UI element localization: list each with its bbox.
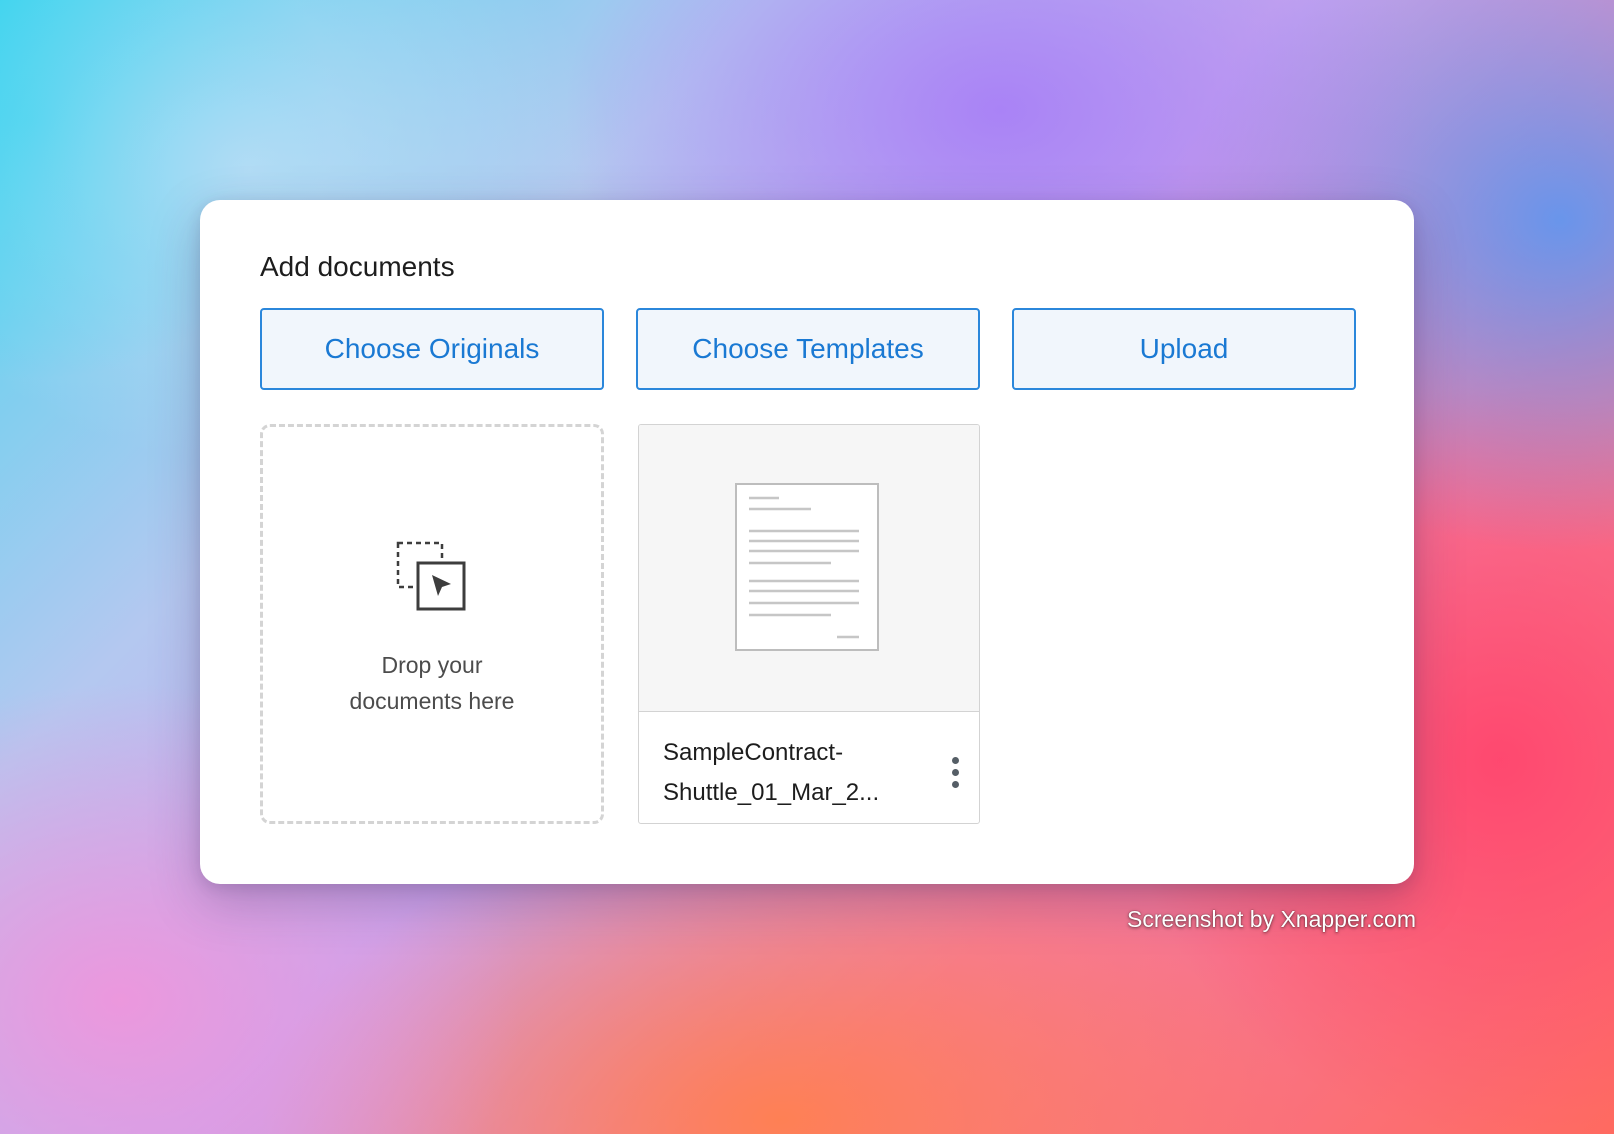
drag-drop-icon [396, 541, 466, 611]
document-thumbnail-icon [735, 483, 879, 651]
more-vertical-icon[interactable] [943, 755, 967, 795]
choose-templates-button[interactable]: Choose Templates [636, 308, 980, 390]
choose-originals-button[interactable]: Choose Originals [260, 308, 604, 390]
document-name-line2: Shuttle_01_Mar_2... [663, 779, 880, 806]
document-name-line1: SampleContract- [663, 739, 844, 766]
dropzone-text-line1: Drop your [381, 652, 483, 678]
add-documents-panel: Add documents Choose Originals Choose Te… [200, 200, 1414, 884]
dropzone-text-line2: documents here [349, 688, 515, 714]
document-preview [639, 425, 979, 712]
document-card[interactable]: SampleContract- Shuttle_01_Mar_2... [638, 424, 980, 824]
document-name: SampleContract- Shuttle_01_Mar_2... [663, 733, 913, 813]
document-dropzone[interactable]: Drop your documents here [260, 424, 604, 824]
upload-button[interactable]: Upload [1012, 308, 1356, 390]
panel-title: Add documents [260, 251, 455, 282]
watermark-text: Screenshot by Xnapper.com [1127, 906, 1416, 932]
dropzone-instructions: Drop your documents here [283, 647, 581, 719]
